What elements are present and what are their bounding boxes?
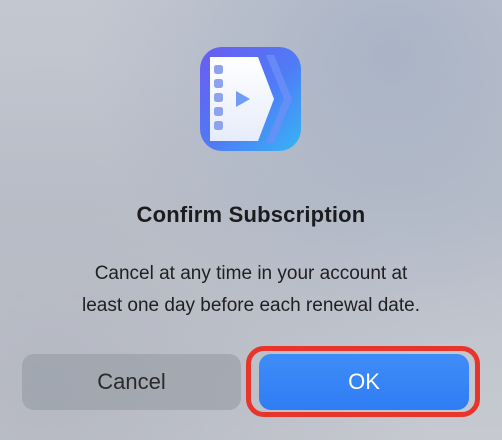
cancel-button[interactable]: Cancel: [22, 354, 241, 410]
confirm-subscription-dialog: Confirm Subscription Cancel at any time …: [0, 0, 502, 440]
video-app-icon: [200, 47, 301, 151]
message-line-1: Cancel at any time in your account at: [94, 263, 408, 284]
dialog-message: Cancel at any time in your account at le…: [20, 258, 482, 322]
dialog-title: Confirm Subscription: [136, 202, 366, 227]
ok-button[interactable]: OK: [259, 354, 469, 410]
message-line-2: least one day before each renewal date.: [81, 295, 420, 316]
